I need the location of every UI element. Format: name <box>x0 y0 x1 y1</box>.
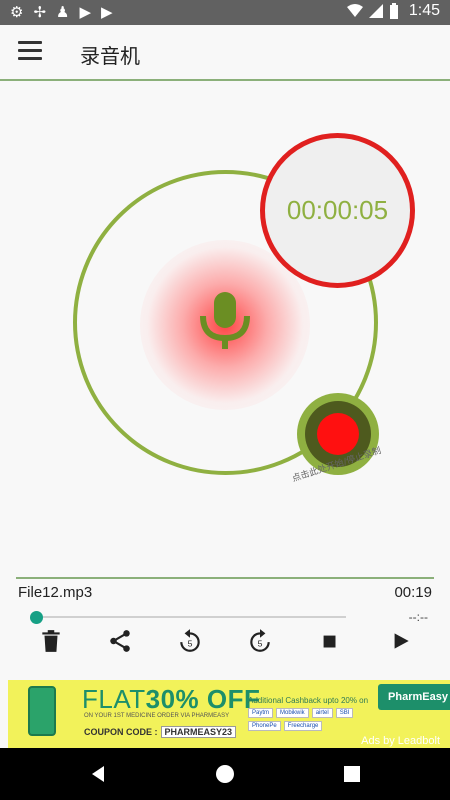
play-button[interactable] <box>385 626 415 656</box>
back-button[interactable] <box>86 762 110 786</box>
delete-icon <box>42 630 60 652</box>
ad-wallet: SBI <box>335 708 354 718</box>
play-store-icon: ▶ <box>101 3 113 21</box>
page-title: 录音机 <box>80 44 140 68</box>
stop-icon <box>323 635 336 648</box>
ad-wallets: Paytm Mobikwik airtel SBI PhonePe Freech… <box>248 708 368 731</box>
share-button[interactable] <box>105 626 135 656</box>
seek-bar[interactable] <box>34 616 346 618</box>
ad-headline-bold: 30% OFF <box>145 684 261 714</box>
ad-brand: PharmEasy <box>378 684 450 710</box>
forward-5-icon: 5 <box>250 629 270 652</box>
recents-icon <box>344 766 360 782</box>
ad-attribution[interactable]: Ads by Leadbolt <box>361 735 440 747</box>
ad-headline-light: FLAT <box>82 684 146 714</box>
player-divider <box>16 577 434 579</box>
rewind-button[interactable]: 5 <box>175 626 205 656</box>
ad-wallet: PhonePe <box>248 721 281 731</box>
ad-wallet: Paytm <box>248 708 274 718</box>
timer-display: 00:00:05 <box>260 133 415 288</box>
recents-button[interactable] <box>340 762 364 786</box>
ad-headline: FLAT30% OFF <box>82 684 260 715</box>
microphone-icon <box>200 292 250 349</box>
share-icon: ✢ <box>33 3 47 21</box>
settings-icon: ⚙ <box>10 3 24 21</box>
ad-coupon-code: PHARMEASY23 <box>160 726 237 738</box>
duration: 00:19 <box>394 584 432 601</box>
menu-icon[interactable] <box>18 41 42 65</box>
play-store-icon: ▶ <box>79 3 92 21</box>
app-bar: 录音机 <box>0 25 450 81</box>
svg-text:5: 5 <box>188 638 193 648</box>
record-dot-icon <box>317 413 359 455</box>
ad-coupon-label: COUPON CODE : <box>84 727 158 737</box>
back-icon <box>92 766 104 782</box>
share-icon <box>110 630 130 652</box>
ad-phone-icon <box>28 686 56 736</box>
wifi-icon <box>346 4 363 17</box>
status-bar: ⚙ ✢ ♟ ▶ ▶ 1:45 <box>0 0 450 25</box>
ad-cashback: Additional Cashback upto 20% on <box>248 696 369 705</box>
seek-thumb[interactable] <box>30 611 43 624</box>
stop-button[interactable] <box>314 626 344 656</box>
forward-button[interactable]: 5 <box>245 626 275 656</box>
notification-icon: ♟ <box>56 3 70 21</box>
home-button[interactable] <box>213 762 237 786</box>
delete-button[interactable] <box>36 626 66 656</box>
ad-wallet: airtel <box>311 708 333 718</box>
status-left-icons: ⚙ ✢ ♟ ▶ ▶ <box>10 3 113 21</box>
player-controls: 5 5 <box>0 626 450 658</box>
file-name: File12.mp3 <box>18 584 93 601</box>
current-position: --:-- <box>408 610 428 624</box>
ad-subtitle: ON YOUR 1ST MEDICINE ORDER VIA PHARMEASY <box>84 713 230 719</box>
rewind-5-icon: 5 <box>180 629 200 652</box>
signal-icon <box>368 4 383 18</box>
timer-text: 00:00:05 <box>286 195 389 225</box>
status-time: 1:45 <box>408 2 440 19</box>
svg-text:5: 5 <box>258 638 263 648</box>
navigation-bar <box>0 748 450 800</box>
ad-coupon: COUPON CODE : PHARMEASY23 <box>84 726 237 738</box>
play-icon <box>394 633 409 649</box>
ad-wallet: Mobikwik <box>276 708 309 718</box>
status-right-icons: 1:45 <box>346 2 440 20</box>
ad-wallet: Freecharge <box>283 721 323 731</box>
battery-icon <box>389 3 398 19</box>
home-icon <box>216 765 234 783</box>
